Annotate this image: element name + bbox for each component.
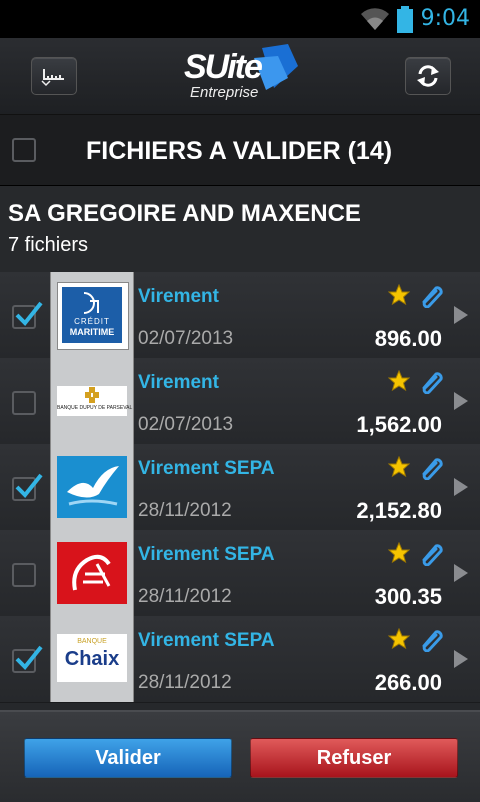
row-title: Virement SEPA <box>138 544 275 565</box>
dupuy-emblem-icon <box>85 387 99 403</box>
list-item[interactable]: BANQUE DUPUY DE PARSEVAL Virement 02/07/… <box>0 358 480 445</box>
bank-logo-credit-maritime: CRÉDIT MARITIME <box>50 272 134 358</box>
list-item[interactable]: CRÉDIT MARITIME Virement 02/07/2013 896.… <box>0 272 480 359</box>
chevron-right-icon <box>454 392 468 410</box>
row-title: Virement <box>138 372 219 393</box>
star-icon <box>388 370 410 392</box>
row-date: 02/07/2013 <box>138 414 234 435</box>
checkmark-icon <box>15 473 43 498</box>
bank-logo-banque-chaix: BANQUE Chaix <box>50 616 134 702</box>
file-count: 7 fichiers <box>8 234 89 256</box>
logo-suite-text: SUite <box>184 48 263 86</box>
row-amount: 266.00 <box>374 670 442 695</box>
row-title: Virement SEPA <box>138 630 275 651</box>
validate-button[interactable]: Valider <box>24 738 232 778</box>
row-title: Virement SEPA <box>138 458 275 479</box>
paperclip-icon <box>422 544 443 566</box>
checkmark-icon <box>15 301 43 326</box>
row-date: 02/07/2013 <box>138 328 234 349</box>
status-time: 9:04 <box>420 6 470 31</box>
row-checkbox[interactable] <box>12 563 36 587</box>
paperclip-icon <box>422 286 443 308</box>
battery-icon <box>397 6 413 33</box>
bank-logo-caisse-epargne <box>50 530 134 616</box>
star-icon <box>388 628 410 650</box>
app-bar: SUite Entreprise <box>0 38 480 115</box>
row-amount: 300.35 <box>374 584 442 609</box>
star-icon <box>388 456 410 478</box>
row-checkbox[interactable] <box>12 645 43 673</box>
refresh-icon <box>417 65 439 87</box>
bank-logo-banque-populaire <box>50 444 134 530</box>
row-checkbox[interactable] <box>12 473 43 501</box>
row-date: 28/11/2012 <box>138 500 232 521</box>
paperclip-icon <box>422 372 443 394</box>
row-date: 28/11/2012 <box>138 672 232 693</box>
list-item[interactable]: BANQUE Chaix Virement SEPA 28/11/2012 26… <box>0 616 480 703</box>
list-header: FICHIERS A VALIDER (14) <box>0 115 480 186</box>
chevron-right-icon <box>454 478 468 496</box>
bank-text-1: CRÉDIT <box>74 317 110 326</box>
chevron-right-icon <box>454 650 468 668</box>
action-bar: Valider Refuser <box>0 710 480 802</box>
bank-logo-dupuy-de-parseval: BANQUE DUPUY DE PARSEVAL <box>50 358 134 444</box>
row-date: 28/11/2012 <box>138 586 232 607</box>
row-amount: 2,152.80 <box>356 498 442 523</box>
row-amount: 1,562.00 <box>356 412 442 437</box>
wifi-icon <box>361 8 389 30</box>
page-title: FICHIERS A VALIDER (14) <box>86 137 393 165</box>
bank-text-2: MARITIME <box>69 327 115 337</box>
status-bar: 9:04 <box>0 0 480 38</box>
checkmark-icon <box>15 645 43 670</box>
tools-button[interactable] <box>31 57 77 95</box>
refuse-button[interactable]: Refuser <box>250 738 458 778</box>
paperclip-icon <box>422 458 443 480</box>
list-item[interactable]: Virement SEPA 28/11/2012 300.35 <box>0 530 480 617</box>
paperclip-icon <box>422 630 443 652</box>
refresh-button[interactable] <box>405 57 451 95</box>
bank-text-1: BANQUE DUPUY DE PARSEVAL <box>57 405 133 411</box>
company-name: SA GREGOIRE AND MAXENCE <box>8 200 361 227</box>
credit-maritime-sail-icon <box>83 292 99 314</box>
chevron-right-icon <box>454 564 468 582</box>
row-amount: 896.00 <box>374 326 442 351</box>
select-all-checkbox[interactable] <box>12 138 36 162</box>
row-checkbox[interactable] <box>12 301 43 329</box>
logo-entreprise-text: Entreprise <box>190 84 259 101</box>
chevron-right-icon <box>454 306 468 324</box>
star-icon <box>388 542 410 564</box>
row-checkbox[interactable] <box>12 391 36 415</box>
ruler-tool-icon <box>41 69 64 87</box>
squirrel-icon <box>72 554 111 591</box>
star-icon <box>388 284 410 306</box>
bank-text-2: Chaix <box>64 648 120 670</box>
seagull-icon <box>67 466 119 506</box>
list-item[interactable]: Virement SEPA 28/11/2012 2,152.80 <box>0 444 480 531</box>
bank-text-1: BANQUE <box>77 638 107 645</box>
row-title: Virement <box>138 286 219 307</box>
company-group-header: SA GREGOIRE AND MAXENCE 7 fichiers <box>0 186 480 272</box>
suite-entreprise-logo: SUite Entreprise <box>184 44 304 108</box>
